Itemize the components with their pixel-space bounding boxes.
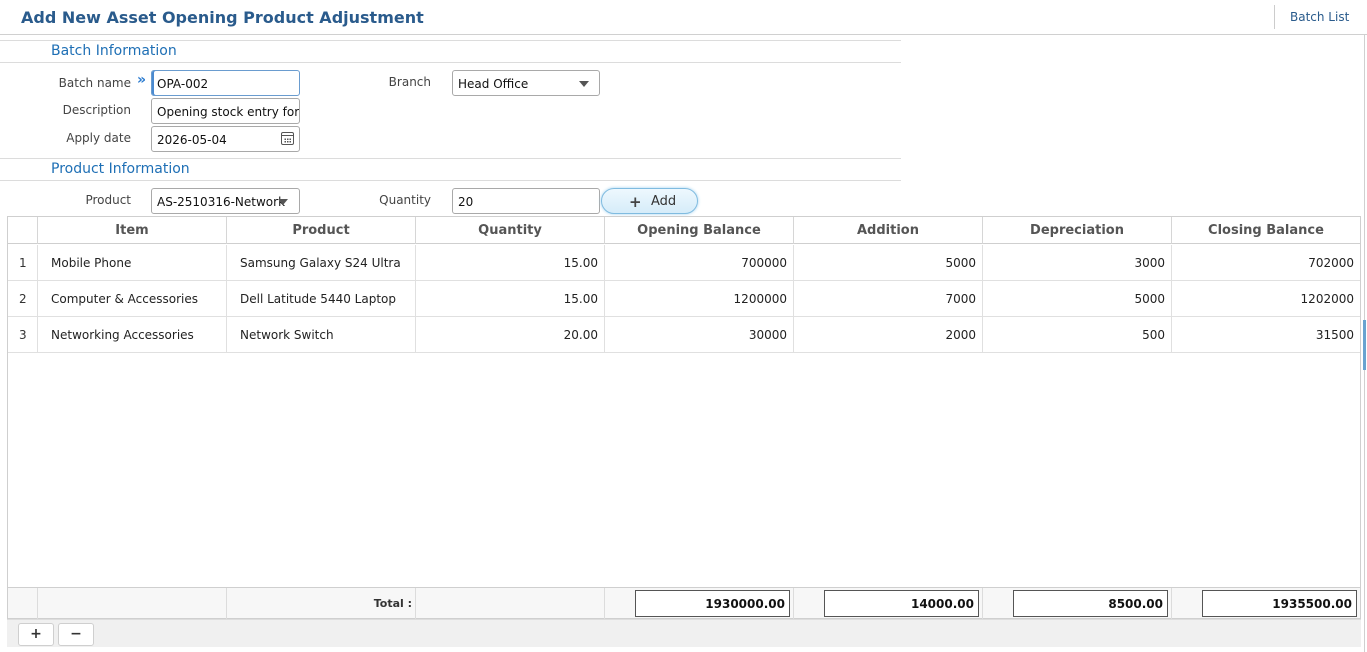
addition-cell[interactable]: 7000 bbox=[793, 281, 982, 316]
quantity-label: Quantity bbox=[379, 193, 431, 207]
total-spacer bbox=[415, 588, 604, 619]
product-info-title: Product Information bbox=[51, 161, 190, 177]
product-select[interactable]: AS-2510316-Network bbox=[151, 188, 300, 214]
batch-info-section-header: Batch Information bbox=[0, 40, 901, 63]
col-index-header bbox=[8, 217, 37, 244]
opening-balance-cell[interactable]: 30000 bbox=[604, 317, 793, 352]
add-product-button[interactable]: + Add bbox=[601, 188, 698, 214]
row-number: 1 bbox=[19, 256, 27, 270]
item-cell[interactable]: Mobile Phone bbox=[37, 245, 226, 280]
apply-date-input[interactable]: 2026-05-04 bbox=[151, 126, 300, 152]
opening-balance-cell[interactable]: 700000 bbox=[604, 245, 793, 280]
add-row-button[interactable]: + bbox=[18, 623, 54, 646]
chevron-down-icon bbox=[278, 199, 288, 205]
table-row[interactable]: 1 Mobile Phone Samsung Galaxy S24 Ultra … bbox=[8, 245, 1360, 281]
item-cell[interactable]: Computer & Accessories bbox=[37, 281, 226, 316]
quantity-cell[interactable]: 15.00 bbox=[415, 281, 604, 316]
page-title: Add New Asset Opening Product Adjustment bbox=[21, 8, 424, 27]
total-closing-balance: 1935500.00 bbox=[1202, 590, 1357, 617]
product-info-section-header: Product Information bbox=[0, 158, 901, 181]
header-divider bbox=[1274, 5, 1275, 29]
product-value: AS-2510316-Network bbox=[157, 195, 286, 209]
totals-row: Total : 1930000.00 14000.00 8500.00 1935… bbox=[8, 587, 1360, 619]
batch-name-input[interactable]: OPA-002 bbox=[151, 70, 300, 96]
total-spacer bbox=[37, 588, 226, 619]
row-number: 3 bbox=[19, 328, 27, 342]
plus-icon: + bbox=[629, 193, 642, 211]
row-number: 2 bbox=[19, 292, 27, 306]
asset-grid: Item Product Quantity Opening Balance Ad… bbox=[7, 216, 1361, 619]
quantity-cell[interactable]: 15.00 bbox=[415, 245, 604, 280]
col-header-closing-balance[interactable]: Closing Balance bbox=[1171, 217, 1360, 244]
closing-balance-cell[interactable]: 31500 bbox=[1171, 317, 1360, 352]
total-label: Total : bbox=[373, 597, 412, 610]
item-cell[interactable]: Networking Accessories bbox=[37, 317, 226, 352]
description-label: Description bbox=[62, 103, 131, 117]
branch-select[interactable]: Head Office bbox=[452, 70, 600, 96]
depreciation-cell[interactable]: 5000 bbox=[982, 281, 1171, 316]
branch-value: Head Office bbox=[458, 77, 529, 91]
batch-info-title: Batch Information bbox=[51, 43, 177, 59]
addition-cell[interactable]: 2000 bbox=[793, 317, 982, 352]
add-button-label: Add bbox=[651, 194, 677, 209]
col-header-depreciation[interactable]: Depreciation bbox=[982, 217, 1171, 244]
col-header-product[interactable]: Product bbox=[226, 217, 415, 244]
product-cell[interactable]: Samsung Galaxy S24 Ultra bbox=[226, 245, 415, 280]
chevron-down-icon bbox=[579, 81, 589, 87]
table-row[interactable]: 3 Networking Accessories Network Switch … bbox=[8, 317, 1360, 353]
quantity-input[interactable]: 20 bbox=[452, 188, 600, 214]
scroll-indicator[interactable] bbox=[1363, 320, 1366, 370]
remove-row-button[interactable]: − bbox=[58, 623, 94, 646]
col-header-item[interactable]: Item bbox=[37, 217, 226, 244]
apply-date-value: 2026-05-04 bbox=[157, 133, 227, 147]
grid-header-row: Item Product Quantity Opening Balance Ad… bbox=[8, 217, 1360, 244]
opening-balance-cell[interactable]: 1200000 bbox=[604, 281, 793, 316]
closing-balance-cell[interactable]: 1202000 bbox=[1171, 281, 1360, 316]
double-chevron-right-icon: » bbox=[137, 72, 147, 88]
depreciation-cell[interactable]: 500 bbox=[982, 317, 1171, 352]
closing-balance-cell[interactable]: 702000 bbox=[1171, 245, 1360, 280]
batch-list-link[interactable]: Batch List bbox=[1290, 10, 1349, 24]
depreciation-cell[interactable]: 3000 bbox=[982, 245, 1171, 280]
page-header: Add New Asset Opening Product Adjustment… bbox=[0, 0, 1367, 35]
branch-label: Branch bbox=[388, 75, 431, 89]
addition-cell[interactable]: 5000 bbox=[793, 245, 982, 280]
col-header-quantity[interactable]: Quantity bbox=[415, 217, 604, 244]
quantity-cell[interactable]: 20.00 bbox=[415, 317, 604, 352]
grid-toolbar: + − bbox=[7, 619, 1361, 647]
total-depreciation: 8500.00 bbox=[1013, 590, 1168, 617]
batch-name-label: Batch name bbox=[58, 76, 131, 90]
total-opening-balance: 1930000.00 bbox=[635, 590, 790, 617]
description-input[interactable]: Opening stock entry for bbox=[151, 98, 300, 124]
apply-date-label: Apply date bbox=[66, 131, 131, 145]
calendar-icon[interactable] bbox=[281, 132, 294, 145]
col-header-opening-balance[interactable]: Opening Balance bbox=[604, 217, 793, 244]
col-header-addition[interactable]: Addition bbox=[793, 217, 982, 244]
product-label: Product bbox=[85, 193, 131, 207]
table-row[interactable]: 2 Computer & Accessories Dell Latitude 5… bbox=[8, 281, 1360, 317]
product-cell[interactable]: Network Switch bbox=[226, 317, 415, 352]
product-cell[interactable]: Dell Latitude 5440 Laptop bbox=[226, 281, 415, 316]
total-addition: 14000.00 bbox=[824, 590, 979, 617]
